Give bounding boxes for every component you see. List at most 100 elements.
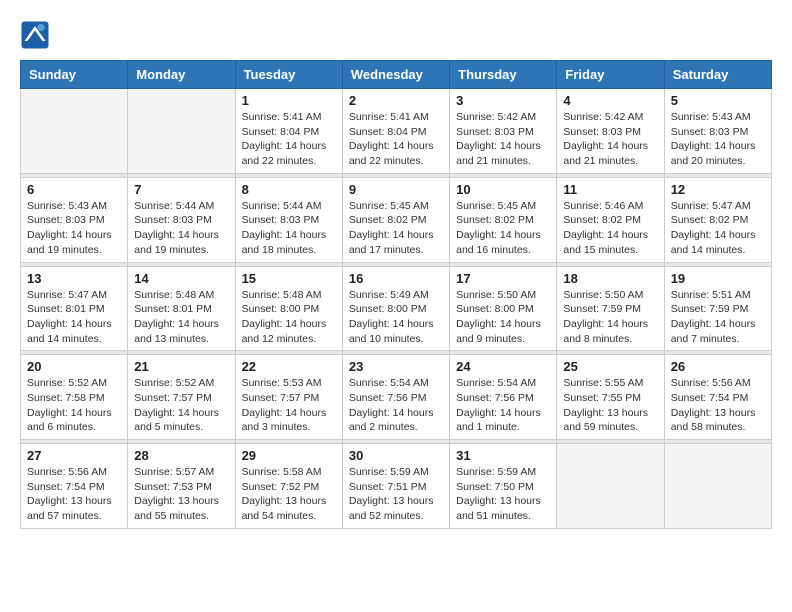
day-info: Sunrise: 5:42 AM Sunset: 8:03 PM Dayligh…	[456, 110, 550, 169]
day-number: 6	[27, 182, 121, 197]
calendar-cell	[21, 89, 128, 174]
calendar-cell: 22 Sunrise: 5:53 AM Sunset: 7:57 PM Dayli…	[235, 355, 342, 440]
calendar-cell: 4 Sunrise: 5:42 AM Sunset: 8:03 PM Daylig…	[557, 89, 664, 174]
calendar-cell: 7Sunrise: 5:44 AM Sunset: 8:03 PM Daylig…	[128, 177, 235, 262]
day-info: Sunrise: 5:45 AM Sunset: 8:02 PM Dayligh…	[349, 199, 443, 258]
day-number: 13	[27, 271, 121, 286]
calendar-cell: 19 Sunrise: 5:51 AM Sunset: 7:59 PM Dayli…	[664, 266, 771, 351]
day-number: 31	[456, 448, 550, 463]
calendar-week-2: 6 Sunrise: 5:43 AM Sunset: 8:03 PM Daylig…	[21, 177, 772, 262]
calendar-cell: 11 Sunrise: 5:46 AM Sunset: 8:02 PM Dayli…	[557, 177, 664, 262]
day-number: 8	[242, 182, 336, 197]
day-info: Sunrise: 5:44 AM Sunset: 8:03 PM Dayligh…	[242, 199, 336, 258]
day-info: Sunrise: 5:48 AM Sunset: 8:01 PM Dayligh…	[134, 288, 228, 347]
calendar-cell: 30 Sunrise: 5:59 AM Sunset: 7:51 PM Dayli…	[342, 444, 449, 529]
calendar-cell	[557, 444, 664, 529]
day-header-wednesday: Wednesday	[342, 61, 449, 89]
day-header-thursday: Thursday	[450, 61, 557, 89]
calendar-cell: 21Sunrise: 5:52 AM Sunset: 7:57 PM Dayli…	[128, 355, 235, 440]
day-info: Sunrise: 5:48 AM Sunset: 8:00 PM Dayligh…	[242, 288, 336, 347]
day-number: 26	[671, 359, 765, 374]
day-number: 20	[27, 359, 121, 374]
day-number: 22	[242, 359, 336, 374]
day-number: 16	[349, 271, 443, 286]
day-number: 24	[456, 359, 550, 374]
day-number: 7	[134, 182, 228, 197]
day-info: Sunrise: 5:47 AM Sunset: 8:01 PM Dayligh…	[27, 288, 121, 347]
calendar-cell: 12Sunrise: 5:47 AM Sunset: 8:02 PM Dayli…	[664, 177, 771, 262]
day-number: 15	[242, 271, 336, 286]
day-header-sunday: Sunday	[21, 61, 128, 89]
day-number: 21	[134, 359, 228, 374]
calendar-cell: 14 Sunrise: 5:48 AM Sunset: 8:01 PM Dayli…	[128, 266, 235, 351]
day-info: Sunrise: 5:58 AM Sunset: 7:52 PM Dayligh…	[242, 465, 336, 524]
day-header-tuesday: Tuesday	[235, 61, 342, 89]
day-number: 29	[242, 448, 336, 463]
day-number: 1	[242, 93, 336, 108]
day-info: Sunrise: 5:59 AM Sunset: 7:51 PM Dayligh…	[349, 465, 443, 524]
calendar-cell: 5 Sunrise: 5:43 AM Sunset: 8:03 PM Daylig…	[664, 89, 771, 174]
day-number: 23	[349, 359, 443, 374]
logo-icon	[20, 20, 50, 50]
logo	[20, 20, 54, 50]
day-info: Sunrise: 5:50 AM Sunset: 8:00 PM Dayligh…	[456, 288, 550, 347]
day-number: 12	[671, 182, 765, 197]
calendar-cell: 10 Sunrise: 5:45 AM Sunset: 8:02 PM Dayli…	[450, 177, 557, 262]
calendar-cell	[664, 444, 771, 529]
calendar-cell: 13 Sunrise: 5:47 AM Sunset: 8:01 PM Dayli…	[21, 266, 128, 351]
calendar-week-4: 20 Sunrise: 5:52 AM Sunset: 7:58 PM Dayli…	[21, 355, 772, 440]
calendar-cell	[128, 89, 235, 174]
day-number: 30	[349, 448, 443, 463]
calendar: SundayMondayTuesdayWednesdayThursdayFrid…	[20, 60, 772, 529]
day-info: Sunrise: 5:52 AM Sunset: 7:58 PM Dayligh…	[27, 376, 121, 435]
calendar-cell: 1Sunrise: 5:41 AM Sunset: 8:04 PM Daylig…	[235, 89, 342, 174]
day-info: Sunrise: 5:56 AM Sunset: 7:54 PM Dayligh…	[671, 376, 765, 435]
calendar-cell: 16Sunrise: 5:49 AM Sunset: 8:00 PM Dayli…	[342, 266, 449, 351]
calendar-cell: 29 Sunrise: 5:58 AM Sunset: 7:52 PM Dayli…	[235, 444, 342, 529]
day-number: 5	[671, 93, 765, 108]
calendar-cell: 25 Sunrise: 5:55 AM Sunset: 7:55 PM Dayli…	[557, 355, 664, 440]
day-number: 11	[563, 182, 657, 197]
calendar-cell: 31Sunrise: 5:59 AM Sunset: 7:50 PM Dayli…	[450, 444, 557, 529]
calendar-cell: 2 Sunrise: 5:41 AM Sunset: 8:04 PM Daylig…	[342, 89, 449, 174]
calendar-cell: 6 Sunrise: 5:43 AM Sunset: 8:03 PM Daylig…	[21, 177, 128, 262]
calendar-cell: 23Sunrise: 5:54 AM Sunset: 7:56 PM Dayli…	[342, 355, 449, 440]
day-info: Sunrise: 5:53 AM Sunset: 7:57 PM Dayligh…	[242, 376, 336, 435]
day-number: 4	[563, 93, 657, 108]
calendar-cell: 18Sunrise: 5:50 AM Sunset: 7:59 PM Dayli…	[557, 266, 664, 351]
calendar-cell: 26 Sunrise: 5:56 AM Sunset: 7:54 PM Dayli…	[664, 355, 771, 440]
calendar-cell: 20 Sunrise: 5:52 AM Sunset: 7:58 PM Dayli…	[21, 355, 128, 440]
day-number: 3	[456, 93, 550, 108]
day-info: Sunrise: 5:55 AM Sunset: 7:55 PM Dayligh…	[563, 376, 657, 435]
calendar-cell: 8 Sunrise: 5:44 AM Sunset: 8:03 PM Daylig…	[235, 177, 342, 262]
day-info: Sunrise: 5:51 AM Sunset: 7:59 PM Dayligh…	[671, 288, 765, 347]
day-info: Sunrise: 5:56 AM Sunset: 7:54 PM Dayligh…	[27, 465, 121, 524]
day-number: 25	[563, 359, 657, 374]
day-header-friday: Friday	[557, 61, 664, 89]
calendar-cell: 27 Sunrise: 5:56 AM Sunset: 7:54 PM Dayli…	[21, 444, 128, 529]
calendar-week-5: 27 Sunrise: 5:56 AM Sunset: 7:54 PM Dayli…	[21, 444, 772, 529]
day-info: Sunrise: 5:46 AM Sunset: 8:02 PM Dayligh…	[563, 199, 657, 258]
day-number: 10	[456, 182, 550, 197]
calendar-cell: 17 Sunrise: 5:50 AM Sunset: 8:00 PM Dayli…	[450, 266, 557, 351]
calendar-cell: 15 Sunrise: 5:48 AM Sunset: 8:00 PM Dayli…	[235, 266, 342, 351]
day-header-saturday: Saturday	[664, 61, 771, 89]
page-header	[20, 20, 772, 50]
calendar-cell: 24Sunrise: 5:54 AM Sunset: 7:56 PM Dayli…	[450, 355, 557, 440]
day-number: 14	[134, 271, 228, 286]
calendar-cell: 3 Sunrise: 5:42 AM Sunset: 8:03 PM Daylig…	[450, 89, 557, 174]
day-number: 17	[456, 271, 550, 286]
day-info: Sunrise: 5:50 AM Sunset: 7:59 PM Dayligh…	[563, 288, 657, 347]
day-info: Sunrise: 5:41 AM Sunset: 8:04 PM Dayligh…	[349, 110, 443, 169]
day-number: 2	[349, 93, 443, 108]
day-number: 9	[349, 182, 443, 197]
day-number: 27	[27, 448, 121, 463]
day-number: 19	[671, 271, 765, 286]
day-number: 28	[134, 448, 228, 463]
day-info: Sunrise: 5:43 AM Sunset: 8:03 PM Dayligh…	[671, 110, 765, 169]
day-info: Sunrise: 5:42 AM Sunset: 8:03 PM Dayligh…	[563, 110, 657, 169]
day-info: Sunrise: 5:43 AM Sunset: 8:03 PM Dayligh…	[27, 199, 121, 258]
calendar-header-row: SundayMondayTuesdayWednesdayThursdayFrid…	[21, 61, 772, 89]
day-info: Sunrise: 5:45 AM Sunset: 8:02 PM Dayligh…	[456, 199, 550, 258]
calendar-week-1: 1 Sunrise: 5:41 AM Sunset: 8:04 PM Daylig…	[21, 89, 772, 174]
